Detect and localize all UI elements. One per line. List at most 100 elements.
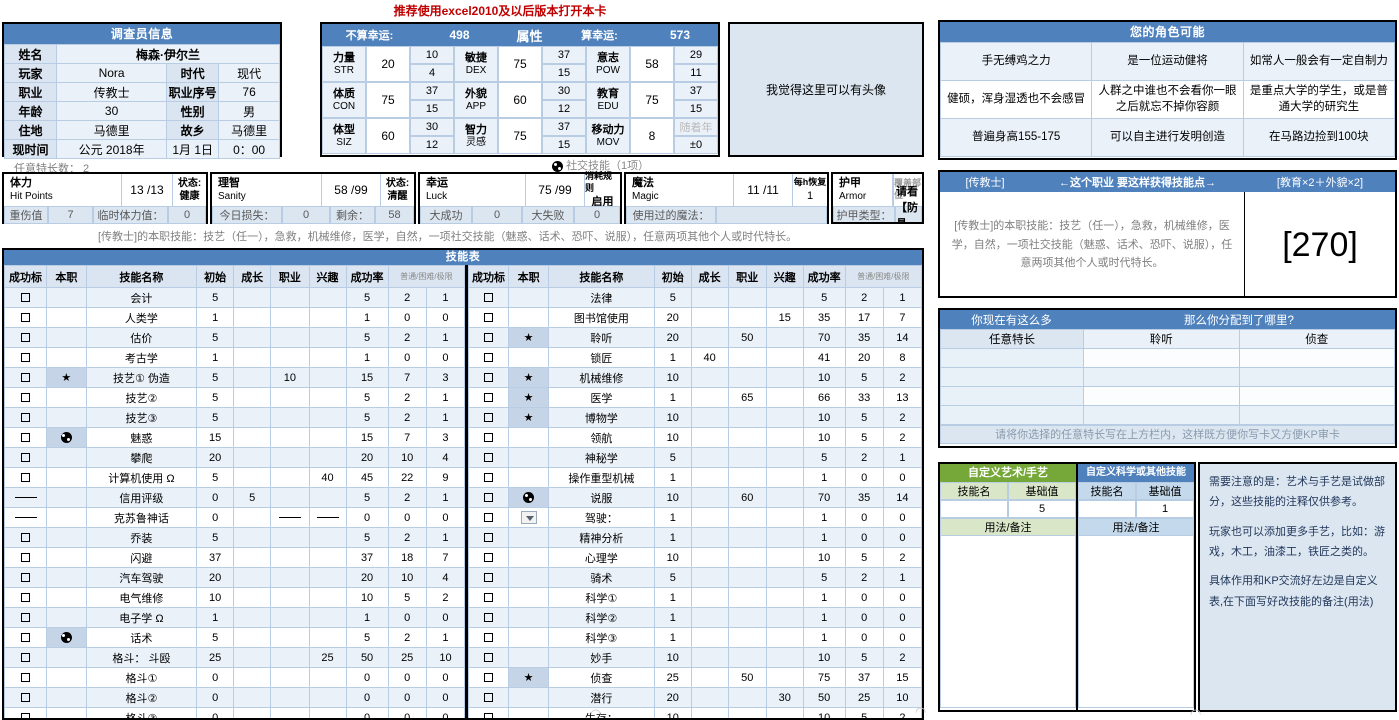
skill-job-points[interactable] bbox=[270, 527, 310, 548]
skill-initial[interactable]: 1 bbox=[653, 387, 692, 408]
skill-growth[interactable] bbox=[690, 327, 729, 348]
skill-name[interactable]: 攀爬 bbox=[85, 447, 198, 468]
skill-interest-points[interactable] bbox=[765, 287, 804, 308]
skill-job-points[interactable] bbox=[727, 567, 767, 588]
magic-value[interactable]: 11 /11 bbox=[734, 174, 792, 206]
skill-job-points[interactable] bbox=[270, 287, 310, 308]
skill-name[interactable]: 领航 bbox=[547, 427, 655, 448]
skill-growth[interactable] bbox=[233, 567, 272, 588]
skill-interest-points[interactable] bbox=[765, 487, 804, 508]
skill-growth[interactable] bbox=[233, 507, 272, 528]
custom-art-base-value[interactable]: 5 bbox=[1008, 500, 1076, 518]
skill-success-mark[interactable] bbox=[467, 347, 510, 368]
skill-job-points[interactable]: 50 bbox=[727, 667, 767, 688]
skill-initial[interactable]: 10 bbox=[653, 547, 692, 568]
skill-growth[interactable] bbox=[233, 327, 272, 348]
skill-initial[interactable]: 10 bbox=[653, 707, 692, 718]
skill-occupation-mark[interactable]: ★ bbox=[508, 667, 549, 688]
skill-growth[interactable] bbox=[690, 707, 729, 718]
skill-success-mark[interactable] bbox=[4, 507, 47, 528]
skill-interest-points[interactable]: 15 bbox=[765, 307, 804, 328]
skill-interest-points[interactable] bbox=[308, 487, 347, 508]
skill-job-points[interactable] bbox=[727, 347, 767, 368]
skill-name[interactable]: 妙手 bbox=[547, 647, 655, 668]
allocation-blank-cell[interactable] bbox=[940, 386, 1084, 406]
skill-name[interactable]: 计算机使用 Ω bbox=[85, 467, 198, 488]
luck-value[interactable]: 75 /99 bbox=[526, 174, 584, 206]
skill-job-points[interactable] bbox=[270, 687, 310, 708]
skill-name[interactable]: 电子学 Ω bbox=[85, 607, 198, 628]
checkbox-icon[interactable] bbox=[21, 353, 30, 363]
allocation-slot-2[interactable]: 侦查 bbox=[1238, 329, 1395, 349]
skill-name[interactable]: 法律 bbox=[547, 287, 655, 308]
skill-name[interactable]: 技艺② bbox=[85, 387, 198, 408]
checkbox-icon[interactable] bbox=[21, 553, 30, 563]
skill-success-mark[interactable] bbox=[467, 627, 510, 648]
skill-success-mark[interactable] bbox=[4, 487, 47, 508]
skill-occupation-mark[interactable] bbox=[46, 427, 87, 448]
custom-science-base-value[interactable]: 1 bbox=[1136, 500, 1194, 518]
skill-job-points[interactable] bbox=[270, 427, 310, 448]
skill-growth[interactable] bbox=[233, 607, 272, 628]
skill-occupation-mark[interactable] bbox=[46, 527, 87, 548]
skill-success-mark[interactable] bbox=[467, 687, 510, 708]
skill-initial[interactable]: 20 bbox=[653, 307, 692, 328]
skill-success-mark[interactable] bbox=[467, 327, 510, 348]
skill-occupation-mark[interactable] bbox=[46, 567, 87, 588]
skill-success-mark[interactable] bbox=[4, 607, 47, 628]
skill-initial[interactable]: 1 bbox=[653, 347, 692, 368]
skill-occupation-mark[interactable] bbox=[508, 307, 549, 328]
checkbox-icon[interactable] bbox=[484, 413, 493, 423]
skill-occupation-mark[interactable] bbox=[508, 507, 549, 528]
checkbox-icon[interactable] bbox=[484, 633, 493, 643]
skill-interest-points[interactable] bbox=[765, 527, 804, 548]
skill-occupation-mark[interactable] bbox=[46, 547, 87, 568]
checkbox-icon[interactable] bbox=[21, 693, 30, 703]
luck-rule[interactable]: 消耗规则 启用 bbox=[584, 171, 620, 208]
skill-success-mark[interactable] bbox=[467, 367, 510, 388]
attribute-value-STR[interactable]: 20 bbox=[366, 46, 410, 82]
allocation-blank-cell[interactable] bbox=[1083, 386, 1240, 406]
checkbox-icon[interactable] bbox=[21, 473, 30, 483]
skill-interest-points[interactable] bbox=[308, 607, 347, 628]
field-value-year[interactable]: 公元 2018年 bbox=[55, 139, 168, 159]
skill-initial[interactable]: 0 bbox=[196, 507, 235, 528]
skill-interest-points[interactable] bbox=[765, 547, 804, 568]
skill-interest-points[interactable] bbox=[308, 667, 347, 688]
checkbox-icon[interactable] bbox=[484, 593, 493, 603]
skill-success-mark[interactable] bbox=[467, 407, 510, 428]
skill-job-points[interactable] bbox=[270, 647, 310, 668]
skill-interest-points[interactable] bbox=[765, 467, 804, 488]
skill-job-points[interactable] bbox=[727, 447, 767, 468]
skill-growth[interactable] bbox=[690, 467, 729, 488]
skill-interest-points[interactable] bbox=[765, 647, 804, 668]
skill-initial[interactable]: 1 bbox=[196, 347, 235, 368]
skill-growth[interactable] bbox=[233, 447, 272, 468]
skill-name[interactable]: 图书馆使用 bbox=[547, 307, 655, 328]
skill-name[interactable]: 技艺① 伪造 bbox=[85, 367, 198, 388]
skill-success-mark[interactable] bbox=[4, 307, 47, 328]
skill-name[interactable]: 生存： bbox=[547, 707, 655, 718]
skill-initial[interactable]: 5 bbox=[196, 527, 235, 548]
skill-name[interactable]: 格斗② bbox=[85, 687, 198, 708]
skill-initial[interactable]: 20 bbox=[653, 687, 692, 708]
field-value-player[interactable]: Nora bbox=[55, 63, 168, 83]
skill-growth[interactable] bbox=[690, 547, 729, 568]
checkbox-icon[interactable] bbox=[484, 553, 493, 563]
skill-name[interactable]: 说服 bbox=[547, 487, 655, 508]
skill-interest-points[interactable] bbox=[765, 447, 804, 468]
skill-growth[interactable] bbox=[690, 367, 729, 388]
skill-growth[interactable] bbox=[233, 427, 272, 448]
skill-initial[interactable]: 10 bbox=[653, 407, 692, 428]
skill-occupation-mark[interactable] bbox=[46, 607, 87, 628]
skill-job-points[interactable] bbox=[270, 587, 310, 608]
skill-success-mark[interactable] bbox=[4, 387, 47, 408]
custom-science-usage-input[interactable] bbox=[1078, 536, 1194, 708]
skill-initial[interactable]: 5 bbox=[653, 287, 692, 308]
skill-job-points[interactable]: 65 bbox=[727, 387, 767, 408]
skill-name[interactable]: 考古学 bbox=[85, 347, 198, 368]
skill-initial[interactable]: 10 bbox=[653, 427, 692, 448]
allocation-blank-cell[interactable] bbox=[1238, 405, 1395, 425]
skill-initial[interactable]: 1 bbox=[653, 607, 692, 628]
skill-growth[interactable] bbox=[233, 647, 272, 668]
